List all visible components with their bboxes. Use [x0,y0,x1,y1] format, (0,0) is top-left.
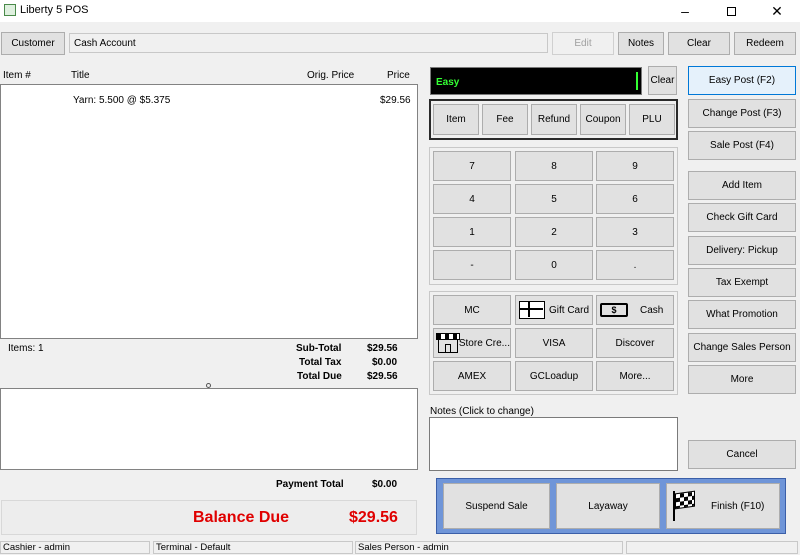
notes-box[interactable] [429,417,678,471]
column-header-orig-price[interactable]: Orig. Price [307,70,354,81]
status-cashier: Cashier - admin [0,541,150,554]
easy-post-button[interactable]: Easy Post (F2) [688,66,796,95]
notes-label[interactable]: Notes (Click to change) [430,406,534,417]
discover-tender-button[interactable]: Discover [596,328,674,358]
key-7[interactable]: 7 [433,151,511,181]
key-minus[interactable]: - [433,250,511,280]
visa-tender-button[interactable]: VISA [515,328,593,358]
redeem-button[interactable]: Redeem [734,32,796,55]
cash-icon: $ [600,303,628,317]
status-empty [626,541,798,554]
cash-tender-button[interactable]: $ Cash [596,295,674,325]
customer-button[interactable]: Customer [1,32,65,55]
mc-tender-button[interactable]: MC [433,295,511,325]
entry-clear-button[interactable]: Clear [648,66,677,95]
storefront-icon [436,333,460,353]
subtotal-label: Sub-Total [296,343,342,354]
layaway-button[interactable]: Layaway [556,483,660,529]
key-3[interactable]: 3 [596,217,674,247]
fee-type-button[interactable]: Fee [482,104,528,135]
change-sales-person-button[interactable]: Change Sales Person [688,333,796,362]
key-5[interactable]: 5 [515,184,593,214]
key-9[interactable]: 9 [596,151,674,181]
gcloadup-tender-button[interactable]: GCLoadup [515,361,593,391]
more-button[interactable]: More [688,365,796,394]
key-8[interactable]: 8 [515,151,593,181]
finish-label: Finish (F10) [711,500,765,512]
items-grid[interactable]: Yarn: 5.500 @ $5.375 $29.56 [0,84,418,339]
items-count: Items: 1 [8,343,44,354]
subtotal-value: $29.56 [367,343,398,354]
total-due-label: Total Due [297,371,342,382]
key-4[interactable]: 4 [433,184,511,214]
checkered-flag-icon [671,489,697,523]
minimize-icon[interactable]: – [662,0,708,22]
row-title: Yarn: 5.500 @ $5.375 [73,95,171,106]
gift-card-icon [519,301,545,319]
suspend-sale-button[interactable]: Suspend Sale [443,483,550,529]
table-row[interactable]: Yarn: 5.500 @ $5.375 $29.56 [1,93,417,107]
key-6[interactable]: 6 [596,184,674,214]
delivery-button[interactable]: Delivery: Pickup [688,236,796,265]
payment-total-label: Payment Total [276,479,344,490]
key-2[interactable]: 2 [515,217,593,247]
sale-post-button[interactable]: Sale Post (F4) [688,131,796,160]
total-tax-value: $0.00 [372,357,398,368]
row-price: $29.56 [380,95,411,106]
status-terminal: Terminal - Default [153,541,353,554]
window-title: Liberty 5 POS [20,4,89,16]
gift-card-label: Gift Card [549,304,590,316]
column-header-price[interactable]: Price [387,70,410,81]
account-field[interactable]: Cash Account [69,33,548,53]
balance-due-label: Balance Due [193,509,290,526]
more-tenders-button[interactable]: More... [596,361,674,391]
close-icon[interactable]: ✕ [754,0,800,22]
coupon-type-button[interactable]: Coupon [580,104,626,135]
check-gift-card-button[interactable]: Check Gift Card [688,203,796,232]
key-1[interactable]: 1 [433,217,511,247]
what-promotion-button[interactable]: What Promotion [688,300,796,329]
status-sales-person: Sales Person - admin [355,541,623,554]
grid-header: Item # Title Orig. Price Price [0,66,418,84]
plu-type-button[interactable]: PLU [629,104,675,135]
entry-mode: Easy [436,77,460,88]
total-due-value: $29.56 [367,371,398,382]
cancel-button[interactable]: Cancel [688,440,796,469]
payment-total-value: $0.00 [372,479,398,490]
clear-button[interactable]: Clear [668,32,730,55]
entry-display[interactable]: Easy [430,67,642,95]
notes-button[interactable]: Notes [618,32,664,55]
maximize-icon[interactable] [708,0,754,22]
total-tax-label: Total Tax [299,357,342,368]
store-credit-tender-button[interactable]: Store Cre... [433,328,511,358]
store-credit-label: Store Cre... [458,337,510,349]
key-0[interactable]: 0 [515,250,593,280]
change-post-button[interactable]: Change Post (F3) [688,99,796,128]
balance-panel: Balance Due $29.56 [1,500,417,535]
text-cursor [636,72,638,90]
finish-button[interactable]: Finish (F10) [666,483,780,529]
edit-button[interactable]: Edit [552,32,614,55]
balance-due-value: $29.56 [349,509,398,526]
tax-exempt-button[interactable]: Tax Exempt [688,268,796,297]
column-header-title[interactable]: Title [71,70,90,81]
payments-grid[interactable] [0,388,418,470]
cash-label: Cash [640,304,664,316]
key-decimal[interactable]: . [596,250,674,280]
app-icon [4,4,16,16]
title-bar: Liberty 5 POS – ✕ [0,0,800,22]
refund-type-button[interactable]: Refund [531,104,577,135]
add-item-button[interactable]: Add Item [688,171,796,200]
amex-tender-button[interactable]: AMEX [433,361,511,391]
item-type-button[interactable]: Item [433,104,479,135]
gift-card-tender-button[interactable]: Gift Card [515,295,593,325]
column-header-item[interactable]: Item # [3,70,31,81]
